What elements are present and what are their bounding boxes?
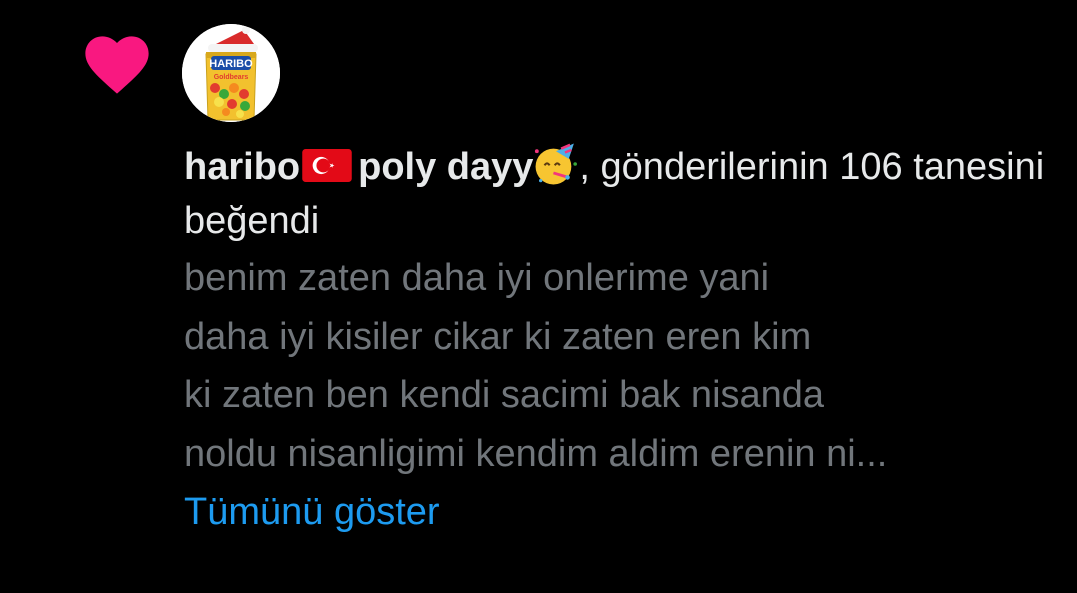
post-preview-line: benim zaten daha iyi onlerime yani xyxy=(184,257,770,299)
haribo-avatar-image: HARIBO Goldbears xyxy=(182,24,280,122)
avatar-brand-text: HARIBO xyxy=(209,58,253,70)
user-name-second[interactable]: poly dayy xyxy=(358,146,533,188)
partying-face-icon xyxy=(535,143,578,185)
notification-headline: haribo poly dayy, gönderilerinin 106 tane… xyxy=(184,140,1064,248)
avatar[interactable]: HARIBO Goldbears xyxy=(182,24,280,122)
like-notification[interactable]: HARIBO Goldbears haribo poly dayy, gönder… xyxy=(0,0,1077,593)
notification-content: haribo poly dayy, gönderilerinin 106 tane… xyxy=(184,140,1064,541)
post-preview-line: daha iyi kisiler cikar ki zaten eren kim xyxy=(184,315,812,358)
turkey-flag-icon xyxy=(302,149,352,182)
heart-icon xyxy=(85,36,149,94)
post-preview[interactable]: benim zaten daha iyi onlerime yani daha … xyxy=(184,249,1064,483)
show-more-link[interactable]: Tümünü göster xyxy=(184,483,440,541)
user-name-first[interactable]: haribo xyxy=(184,146,300,188)
avatar-product-text: Goldbears xyxy=(214,74,249,81)
post-preview-line: noldu nisanligimi kendim aldim erenin ni… xyxy=(184,432,888,475)
post-preview-line: ki zaten ben kendi sacimi bak nisanda xyxy=(184,374,825,416)
